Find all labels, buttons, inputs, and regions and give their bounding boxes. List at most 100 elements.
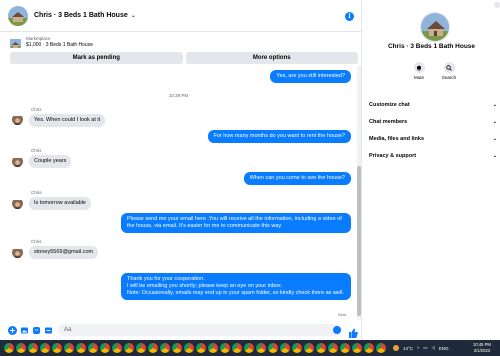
chrome-icon[interactable] [52,343,62,353]
sender-name: Chris [31,107,42,112]
outgoing-message[interactable]: When can you come to see the house? [243,172,351,185]
emoji-icon[interactable] [333,326,341,334]
chrome-icon[interactable] [364,343,374,353]
contact-avatar[interactable] [12,156,23,167]
chrome-icon[interactable] [100,343,110,353]
conversation-name: Chris · 3 Beds 1 Bath House [387,43,476,50]
sender-name: Chris [31,148,42,153]
chat-pane: Chris · 3 Beds 1 Bath House ⌄ i Marketpl… [0,0,362,340]
chrome-icon[interactable] [148,343,158,353]
chevron-down-icon: ⌄ [492,101,497,108]
gif-icon[interactable] [44,326,53,335]
sender-name: Chris [31,190,42,195]
chrome-icon[interactable] [316,343,326,353]
listing-text: Marketplace $1,000 · 3 Beds 1 Bath House [26,36,93,48]
close-icon[interactable] [494,2,500,8]
mute-button[interactable]: Mute [409,62,429,84]
chat-members-item[interactable]: Chat members ⌄ [369,113,497,130]
chrome-icon[interactable] [304,343,314,353]
tray-overflow-icon[interactable]: ^ [417,346,419,351]
chrome-icon[interactable] [4,343,14,353]
clock-time: 10:45 PM [473,342,491,347]
chrome-icon[interactable] [352,343,362,353]
search-label: Search [441,75,457,80]
media-files-links-item[interactable]: Media, files and links ⌄ [369,130,497,147]
contact-avatar[interactable] [12,198,23,209]
mark-as-pending-button[interactable]: Mark as pending [10,52,183,64]
listing-price: $1,000 · 3 Beds 1 Bath House [26,42,93,48]
outgoing-message[interactable]: Please send me your email here .You will… [121,213,351,233]
chrome-icon[interactable] [136,343,146,353]
weather-temp[interactable]: 14°C [403,346,413,351]
chrome-icon[interactable] [112,343,122,353]
chrome-icon[interactable] [256,343,266,353]
chrome-icon[interactable] [244,343,254,353]
chrome-icon[interactable] [16,343,26,353]
message-scrollbar[interactable] [357,66,361,320]
chrome-icon[interactable] [28,343,38,353]
incoming-message[interactable]: Is tomorrow available [29,197,91,210]
clock-date: 2/1/2023 [473,347,491,353]
message-input[interactable]: Aa [58,324,342,336]
search-button[interactable]: Search [439,62,459,84]
listing-photo-avatar[interactable] [8,5,28,26]
chrome-icon[interactable] [124,343,134,353]
plus-icon[interactable] [8,326,17,335]
incoming-message[interactable]: Couple years [29,155,72,168]
chat-title[interactable]: Chris · 3 Beds 1 Bath House [34,12,128,19]
chrome-icon[interactable] [184,343,194,353]
chrome-icon[interactable] [220,343,230,353]
chrome-icon[interactable] [172,343,182,353]
contact-avatar[interactable] [12,247,23,258]
chrome-icon[interactable] [64,343,74,353]
chrome-icon[interactable] [232,343,242,353]
chrome-icon[interactable] [76,343,86,353]
language-indicator[interactable]: ENG [439,346,449,351]
message-list[interactable]: Yes, are you still interested? 10:39 PM … [0,66,357,320]
chrome-icon[interactable] [376,343,386,353]
chrome-icon[interactable] [340,343,350,353]
search-icon [443,62,455,73]
network-icon[interactable]: ▭ [423,345,427,351]
thumbs-up-icon[interactable] [349,325,358,338]
listing-photo[interactable] [420,12,450,42]
scrollbar-thumb[interactable] [357,166,361,316]
taskbar-apps [0,343,386,353]
system-tray: 14°C ^ ▭ ◁ ENG [393,340,449,356]
image-icon[interactable] [20,326,29,335]
info-icon[interactable]: i [345,12,354,21]
incoming-message[interactable]: stoney5569@gmail.com [29,246,99,259]
chrome-icon[interactable] [40,343,50,353]
chat-header: Chris · 3 Beds 1 Bath House ⌄ i [0,0,362,32]
chrome-icon[interactable] [88,343,98,353]
messenger-window: Chris · 3 Beds 1 Bath House ⌄ i Marketpl… [0,0,500,340]
chrome-icon[interactable] [196,343,206,353]
conversation-actions: Mute Search [409,62,459,84]
sent-status: Sent [338,312,347,317]
chrome-icon[interactable] [280,343,290,353]
outgoing-message[interactable]: For how many months do you want to rent … [207,130,351,143]
more-options-button[interactable]: More options [185,52,358,64]
chrome-icon[interactable] [160,343,170,353]
windows-taskbar: 14°C ^ ▭ ◁ ENG 10:45 PM 2/1/2023 [0,340,500,356]
bell-icon [413,62,425,73]
chrome-icon[interactable] [292,343,302,353]
volume-icon[interactable]: ◁ [431,345,434,351]
incoming-message[interactable]: Yes. When could I look at it [29,114,106,127]
marketplace-listing[interactable]: Marketplace $1,000 · 3 Beds 1 Bath House [10,35,355,49]
taskbar-clock[interactable]: 10:45 PM 2/1/2023 [473,342,491,353]
mute-label: Mute [413,75,424,80]
outgoing-message[interactable]: Yes, are you still interested? [270,70,351,83]
chevron-down-icon[interactable]: ⌄ [131,12,136,19]
chrome-icon[interactable] [268,343,278,353]
privacy-support-item[interactable]: Privacy & support ⌄ [369,147,497,164]
sender-name: Chris [31,239,42,244]
contact-avatar[interactable] [12,114,23,125]
weather-icon[interactable] [393,345,399,351]
chrome-icon[interactable] [328,343,338,353]
chrome-icon[interactable] [208,343,218,353]
outgoing-message[interactable]: Thank you for your cooperation. I will b… [121,273,351,300]
menu-item-label: Customize chat [369,101,410,108]
sticker-icon[interactable] [32,326,41,335]
customize-chat-item[interactable]: Customize chat ⌄ [369,96,497,113]
